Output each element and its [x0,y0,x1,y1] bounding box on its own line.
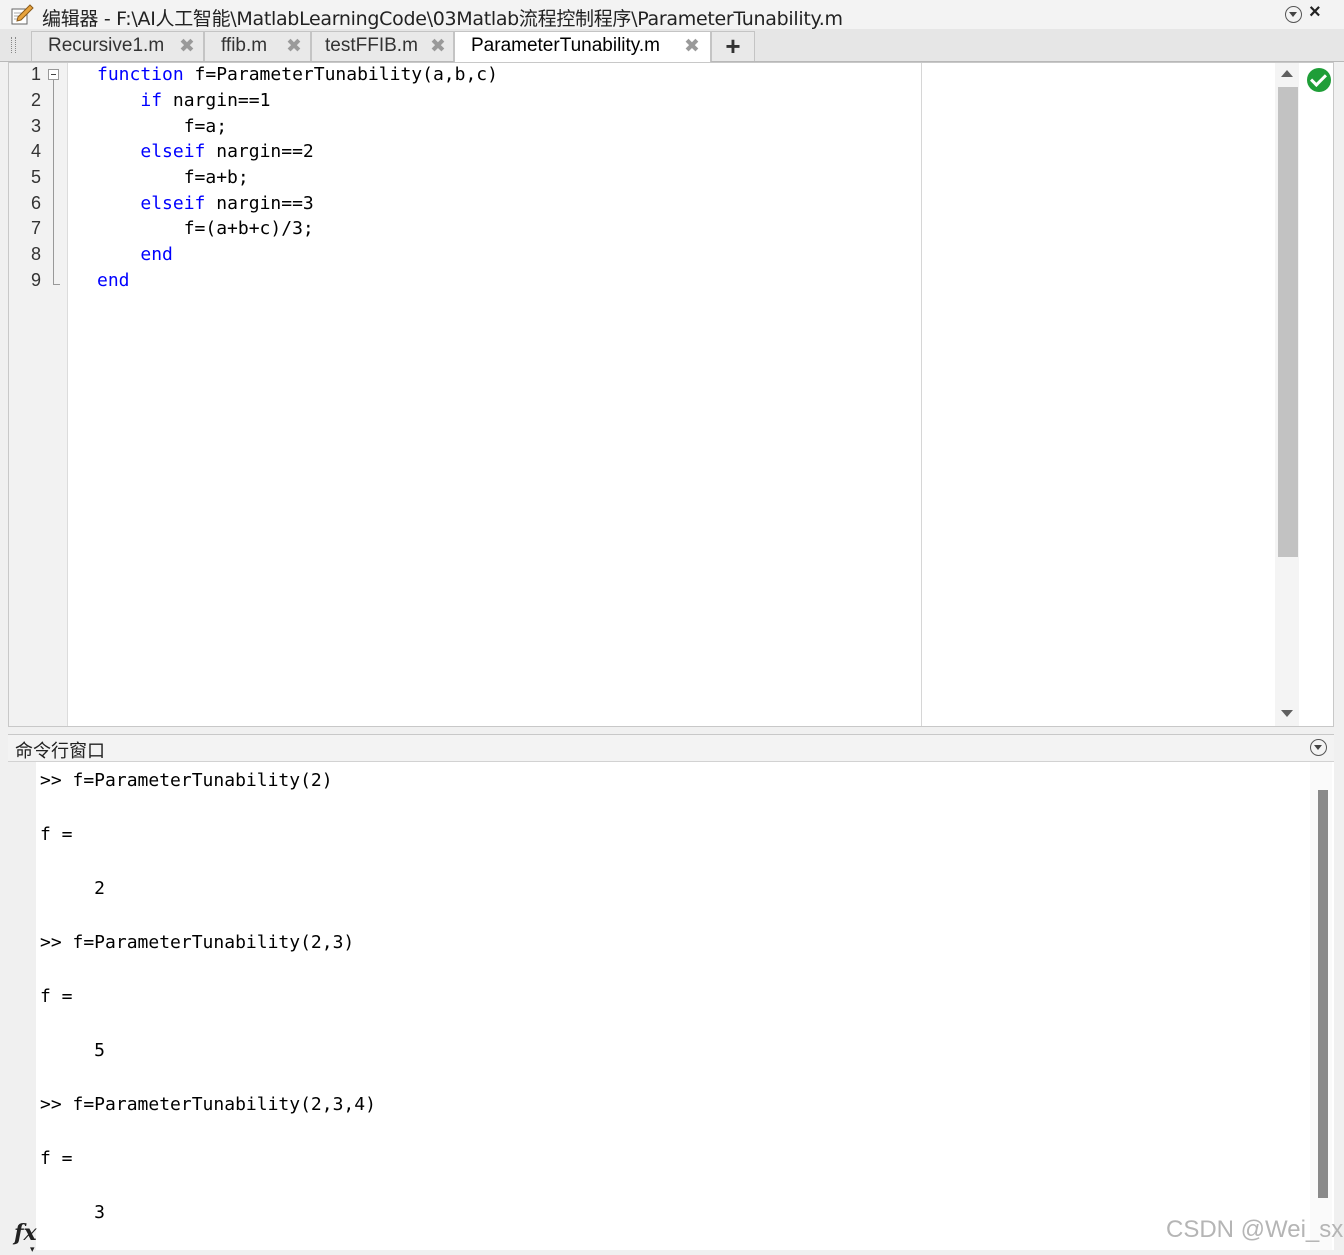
command-window-title: 命令行窗口 [15,741,105,762]
fold-guide [53,80,54,285]
tab-label: testFFIB.m [325,35,418,56]
code-keyword: elseif [140,141,206,162]
title-bar: 编辑器 - F:\AI人工智能\MatlabLearningCode\03Mat… [0,0,1344,30]
code-editor[interactable]: 1 2 3 4 5 6 7 8 9 function f=ParameterTu… [8,62,1334,727]
right-margin-line [921,63,922,726]
output-value: 3 [40,1202,106,1223]
function-browser-fx-icon[interactable]: fx [14,1220,37,1246]
command-input-line: >> f=ParameterTunability(2,3,4) [40,1094,376,1115]
command-input-line: >> f=ParameterTunability(2) [40,770,333,791]
line-number: 8 [30,244,41,264]
code-text: f=(a+b+c)/3; [183,218,314,239]
code-line: f=(a+b+c)/3; [97,218,314,239]
new-tab-button[interactable]: + [711,31,755,61]
fx-dropdown-caret-icon[interactable]: ▾ [30,1244,35,1255]
document-tab-bar: Recursive1.m ✖ ffib.m ✖ testFFIB.m ✖ Par… [0,29,1344,62]
tab-label: ffib.m [221,35,268,56]
line-number-gutter: 1 2 3 4 5 6 7 8 9 [9,63,68,726]
line-number: 9 [30,270,41,290]
line-number: 5 [30,167,41,187]
code-analyzer-ok-icon[interactable] [1307,68,1331,92]
line-number: 3 [30,116,41,136]
line-number: 4 [30,141,41,161]
tab-close-icon[interactable]: ✖ [684,35,700,58]
output-line: f = [40,824,73,845]
code-text: nargin==2 [205,141,314,162]
editor-vertical-scrollbar[interactable] [1275,63,1299,726]
tab-parametertunability[interactable]: ParameterTunability.m ✖ [454,31,711,62]
line-number: 6 [30,193,41,213]
code-text: f=a; [183,116,228,137]
code-text: nargin==3 [205,193,314,214]
tab-close-icon[interactable]: ✖ [179,35,195,58]
output-value: 5 [40,1040,106,1061]
code-text: f=a+b; [183,167,249,188]
fold-collapse-icon[interactable] [48,69,59,80]
output-value: 2 [40,878,106,899]
tab-bar-grip-icon[interactable] [11,37,16,53]
window-title: 编辑器 - F:\AI人工智能\MatlabLearningCode\03Mat… [42,8,843,30]
tab-close-icon[interactable]: ✖ [430,35,446,58]
code-text: nargin==1 [162,90,271,111]
code-line: elseif nargin==2 [97,141,314,162]
fold-guide-end [53,284,60,285]
command-window-actions-menu-icon[interactable] [1310,739,1327,756]
tab-ffib[interactable]: ffib.m ✖ [204,31,311,61]
tab-label: ParameterTunability.m [471,35,661,56]
watermark: CSDN @Wei_sx [1166,1216,1344,1243]
code-keyword: end [97,270,130,291]
code-keyword: end [140,244,173,265]
code-keyword: if [140,90,163,111]
output-line: f = [40,986,73,1007]
command-window-vertical-scrollbar[interactable] [1310,762,1332,1250]
code-line: f=a+b; [97,167,249,188]
scrollbar-thumb[interactable] [1278,87,1298,557]
tab-label: Recursive1.m [48,35,165,56]
code-keyword: elseif [140,193,206,214]
code-line: function f=ParameterTunability(a,b,c) [97,64,498,85]
code-line: f=a; [97,116,227,137]
editor-pencil-icon [11,4,34,25]
output-line: f = [40,1148,73,1169]
tab-recursive1[interactable]: Recursive1.m ✖ [31,31,204,61]
code-line: end [97,270,130,291]
scroll-down-arrow-icon[interactable] [1281,710,1293,717]
command-window[interactable]: >> f=ParameterTunability(2) f = 2 >> f=P… [8,762,1334,1250]
tab-testffib[interactable]: testFFIB.m ✖ [311,31,454,61]
command-window-left-margin [8,762,36,1250]
line-number: 7 [30,218,41,238]
code-line: elseif nargin==3 [97,193,314,214]
close-editor-button[interactable]: × [1309,1,1321,24]
editor-actions-menu-icon[interactable] [1285,6,1302,23]
command-window-header: 命令行窗口 [8,734,1334,762]
code-line: end [97,244,173,265]
line-number: 1 [30,64,41,84]
tab-close-icon[interactable]: ✖ [286,35,302,58]
line-number: 2 [30,90,41,110]
code-text: f=ParameterTunability(a,b,c) [183,64,498,85]
code-line: if nargin==1 [97,90,270,111]
scrollbar-thumb[interactable] [1318,790,1328,1198]
command-input-line: >> f=ParameterTunability(2,3) [40,932,355,953]
code-keyword: function [97,64,184,85]
scroll-up-arrow-icon[interactable] [1281,70,1293,77]
